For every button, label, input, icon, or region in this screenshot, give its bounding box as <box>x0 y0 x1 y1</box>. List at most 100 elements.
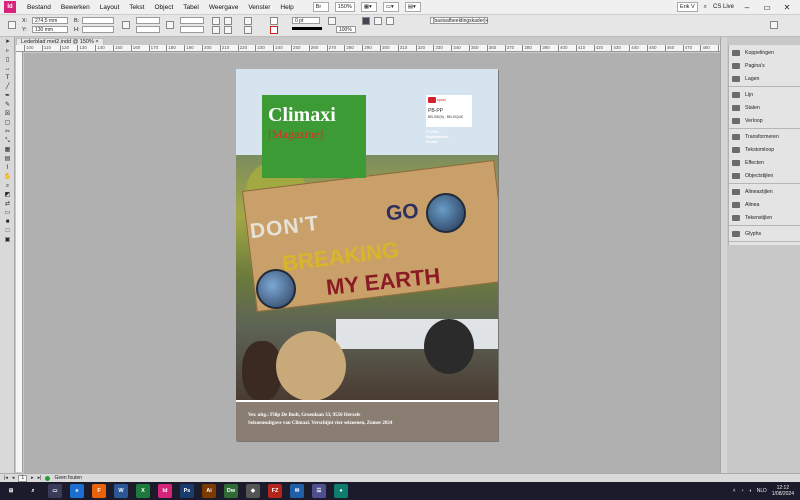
view-options-button[interactable]: ▦▾ <box>360 2 377 12</box>
opacity-field[interactable]: 100% <box>336 26 356 33</box>
menu-object[interactable]: Object <box>149 4 178 11</box>
panel-menu-icon[interactable] <box>770 21 778 29</box>
minimize-button[interactable]: – <box>740 3 754 12</box>
panel-stalen[interactable]: Stalen <box>729 101 800 114</box>
fx-icon[interactable] <box>328 17 336 25</box>
panel-dock-strip[interactable] <box>720 37 727 477</box>
menu-venster[interactable]: Venster <box>243 4 275 11</box>
stroke-weight-field[interactable]: 0 pt <box>292 17 320 24</box>
taskbar-app-icon[interactable]: e <box>70 484 84 498</box>
search-icon[interactable]: ⌕ <box>704 4 707 11</box>
taskbar-app-icon[interactable]: ● <box>334 484 348 498</box>
panel-paginas[interactable]: Pagina's <box>729 59 800 72</box>
clock[interactable]: 12:12 1/08/2024 <box>772 485 794 497</box>
rectangle-tool-icon[interactable]: ▢ <box>2 119 13 127</box>
rotate-cw-icon[interactable] <box>212 17 220 25</box>
stroke-swatch[interactable] <box>270 26 278 34</box>
eyedropper-tool-icon[interactable]: ⌇ <box>2 164 13 172</box>
taskbar-app-icon[interactable]: ✉ <box>290 484 304 498</box>
taskbar-app-icon[interactable]: Dw <box>224 484 238 498</box>
rectangle-frame-tool-icon[interactable]: ☒ <box>2 110 13 118</box>
chevron-up-icon[interactable]: ˄ <box>733 488 736 494</box>
menu-tabel[interactable]: Tabel <box>178 4 204 11</box>
line-tool-icon[interactable]: ╱ <box>2 83 13 91</box>
select-container-icon[interactable] <box>244 17 252 25</box>
y-position-field[interactable]: 130 mm <box>32 26 68 33</box>
note-tool-icon[interactable]: ▤ <box>2 155 13 163</box>
taskbar-app-icon[interactable]: FZ <box>268 484 282 498</box>
taskbar-app-icon[interactable]: ⊞ <box>4 484 18 498</box>
menu-weergave[interactable]: Weergave <box>204 4 244 11</box>
menu-help[interactable]: Help <box>275 4 298 11</box>
direct-selection-tool-icon[interactable]: ▹ <box>2 47 13 55</box>
preview-mode-icon[interactable]: ▣ <box>2 236 13 244</box>
free-transform-tool-icon[interactable]: ⤡ <box>2 137 13 145</box>
menu-bestand[interactable]: Bestand <box>22 4 56 11</box>
zoom-tool-icon[interactable]: ⌕ <box>2 182 13 190</box>
rotate-ccw-icon[interactable] <box>212 26 220 34</box>
flip-vertical-icon[interactable] <box>224 26 232 34</box>
panel-effecten[interactable]: Effecten <box>729 156 800 169</box>
shear-field[interactable] <box>180 26 204 33</box>
cover-footer[interactable]: Ver. uitg.: Filip De Bodt, Groenlaan 33,… <box>236 400 498 441</box>
next-page-button[interactable]: ▸ <box>31 475 34 481</box>
rotation-field[interactable] <box>180 17 204 24</box>
panel-koppelingen[interactable]: Koppelingen <box>729 46 800 59</box>
taskbar-app-icon[interactable]: F <box>92 484 106 498</box>
taskbar-app-icon[interactable]: W <box>114 484 128 498</box>
panel-objectstijlen[interactable]: Objectstijlen <box>729 169 800 182</box>
scissors-tool-icon[interactable]: ✂ <box>2 128 13 136</box>
input-language[interactable]: NLD <box>757 488 767 494</box>
panel-tekstomloop[interactable]: Tekstomloop <box>729 143 800 156</box>
taskbar-app-icon[interactable]: ▭ <box>48 484 62 498</box>
constrain-proportions-icon[interactable] <box>122 21 130 29</box>
taskbar-app-icon[interactable]: ◆ <box>246 484 260 498</box>
panel-alinea[interactable]: Alinea <box>729 198 800 211</box>
panel-tekenstijlen[interactable]: Tekenstijlen <box>729 211 800 224</box>
fill-stroke-icon[interactable]: ◩ <box>2 191 13 199</box>
screen-mode-button[interactable]: ▭▾ <box>382 2 399 12</box>
select-content-icon[interactable] <box>244 26 252 34</box>
width-field[interactable] <box>82 17 114 24</box>
taskbar-app-icon[interactable]: Ai <box>202 484 216 498</box>
menu-tekst[interactable]: Tekst <box>124 4 149 11</box>
link-scale-icon[interactable] <box>166 21 174 29</box>
first-page-button[interactable]: |◂ <box>4 475 8 481</box>
taskbar-app-icon[interactable]: ☰ <box>312 484 326 498</box>
x-position-field[interactable]: 274,5 mm <box>32 17 68 24</box>
prev-page-button[interactable]: ◂ <box>12 475 15 481</box>
gap-tool-icon[interactable]: ↔ <box>2 65 13 73</box>
type-tool-icon[interactable]: T <box>2 74 13 82</box>
panel-lagen[interactable]: Lagen <box>729 72 800 85</box>
selection-tool-icon[interactable]: ➤ <box>2 38 13 46</box>
maximize-button[interactable]: ▭ <box>760 3 774 12</box>
postal-indicia[interactable]: bpost PB-PP BELGIE(N) - BELGIQUE <box>426 95 472 127</box>
arrange-documents-button[interactable]: ▤▾ <box>404 2 421 12</box>
menu-bewerken[interactable]: Bewerken <box>56 4 95 11</box>
pen-tool-icon[interactable]: ✒ <box>2 92 13 100</box>
apply-color-icon[interactable]: ■ <box>2 218 13 226</box>
reference-point-icon[interactable] <box>8 21 16 29</box>
taskbar-app-icon[interactable]: ⌕ <box>26 484 40 498</box>
last-page-button[interactable]: ▸| <box>38 475 42 481</box>
page-number-field[interactable]: 1 <box>18 474 28 482</box>
object-style-select[interactable]: [basisafbeeldingskader]+ <box>430 17 488 24</box>
flip-horizontal-icon[interactable] <box>224 17 232 25</box>
scale-x-field[interactable] <box>136 17 160 24</box>
scale-y-field[interactable] <box>136 26 160 33</box>
zoom-level-select[interactable]: 150% <box>334 2 355 12</box>
taskbar-app-icon[interactable]: X <box>136 484 150 498</box>
normal-mode-icon[interactable]: □ <box>2 227 13 235</box>
hand-tool-icon[interactable]: ✋ <box>2 173 13 181</box>
formatting-container-icon[interactable]: ▭ <box>2 209 13 217</box>
bridge-button[interactable]: Br <box>312 2 329 12</box>
panel-glyphs[interactable]: Glyphs <box>729 227 800 240</box>
network-icon[interactable]: ◔ <box>741 488 744 494</box>
fill-swatch[interactable] <box>270 17 278 25</box>
workspace-switcher[interactable]: Erik V <box>676 2 698 12</box>
stroke-type-preview[interactable] <box>292 27 322 30</box>
gradient-tool-icon[interactable]: ▦ <box>2 146 13 154</box>
panel-lijn[interactable]: Lijn <box>729 88 800 101</box>
taskbar-app-icon[interactable]: Id <box>158 484 172 498</box>
fitting-proportional-icon[interactable] <box>386 17 394 25</box>
